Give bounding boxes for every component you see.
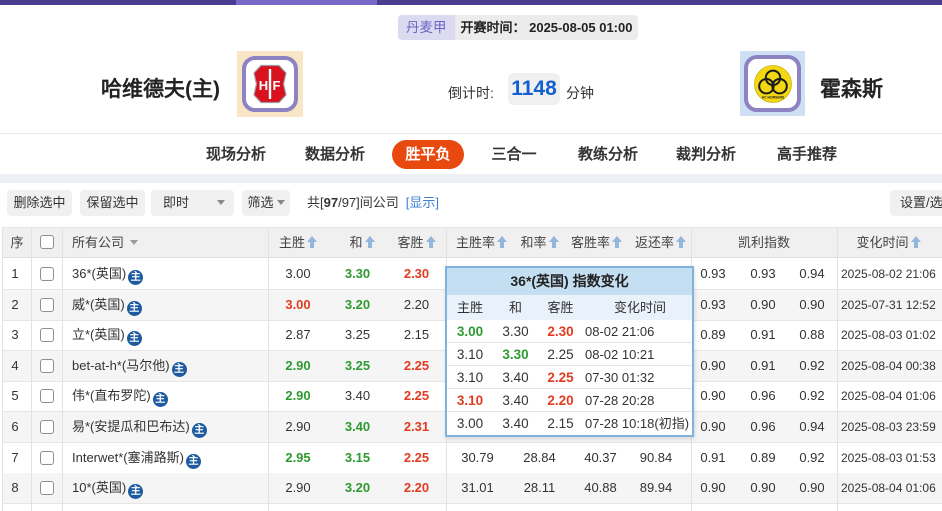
svg-text:AC HORSENS: AC HORSENS bbox=[761, 95, 784, 99]
svg-text:H: H bbox=[259, 78, 268, 93]
svg-text:F: F bbox=[273, 78, 281, 93]
